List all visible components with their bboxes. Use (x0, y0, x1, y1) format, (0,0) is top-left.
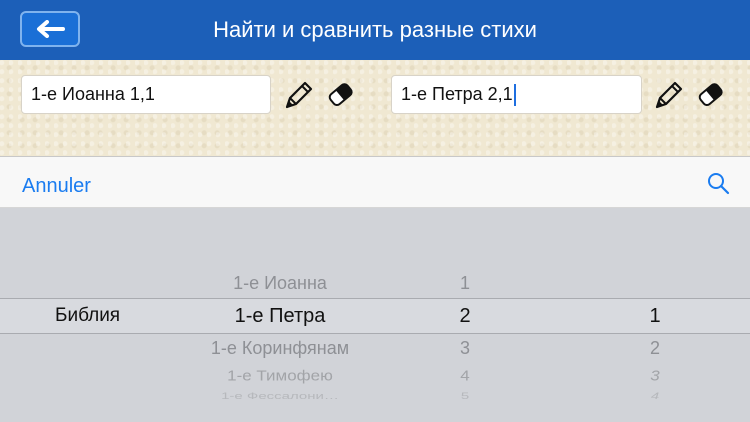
verse-field-left-value: 1-е Иоанна 1,1 (31, 84, 155, 104)
edit-left-button[interactable] (281, 77, 317, 113)
clear-right-button[interactable] (693, 77, 729, 113)
header-bar: Найти и сравнить разные стихи (0, 0, 750, 60)
selection-line-bottom (0, 333, 750, 334)
edit-right-button[interactable] (651, 77, 687, 113)
eraser-icon (698, 83, 723, 107)
picker-verse-option[interactable]: 3 (625, 367, 685, 385)
eraser-icon (328, 83, 353, 107)
picker-verse-selected[interactable]: 1 (625, 305, 685, 328)
text-cursor (513, 83, 516, 106)
picker-chapter-selected[interactable]: 2 (440, 305, 490, 328)
picker-verse-option[interactable]: 2 (625, 338, 685, 359)
cancel-button[interactable]: Annuler (22, 157, 91, 209)
picker-book-option[interactable]: 1-е Тимофею (150, 367, 410, 385)
picker-book-option[interactable]: 1-е Иоанна (150, 273, 410, 294)
picker-book-option[interactable]: 1-е Фессалони… (150, 391, 410, 401)
pencil-icon (285, 81, 313, 109)
picker-verse-option[interactable]: 4 (625, 391, 685, 401)
arrow-left-icon (37, 20, 65, 38)
pencil-icon (655, 81, 683, 109)
back-button[interactable] (20, 11, 80, 47)
clear-left-button[interactable] (323, 77, 359, 113)
picker-chapter-option[interactable]: 5 (440, 391, 490, 401)
verse-picker[interactable]: Библия 1-е Иоанна 1-е Петра 1-е Коринфян… (0, 208, 750, 422)
page-title: Найти и сравнить разные стихи (213, 17, 537, 42)
verse-field-left[interactable]: 1-е Иоанна 1,1 (21, 75, 271, 114)
verse-inputs-bar: 1-е Иоанна 1,1 1-е Петра 2,1 (0, 60, 750, 156)
picker-chapter-option[interactable]: 4 (440, 367, 490, 385)
picker-toolbar: Annuler (0, 156, 750, 208)
picker-chapter-option[interactable]: 1 (440, 273, 490, 294)
verse-field-right-value: 1-е Петра 2,1 (401, 84, 513, 104)
picker-book-option[interactable]: 1-е Коринфянам (150, 338, 410, 359)
picker-book-selected[interactable]: 1-е Петра (150, 305, 410, 328)
search-icon[interactable] (706, 171, 730, 195)
picker-chapter-option[interactable]: 3 (440, 338, 490, 359)
verse-field-right[interactable]: 1-е Петра 2,1 (391, 75, 642, 114)
picker-label: Библия (55, 305, 121, 326)
selection-line-top (0, 298, 750, 299)
